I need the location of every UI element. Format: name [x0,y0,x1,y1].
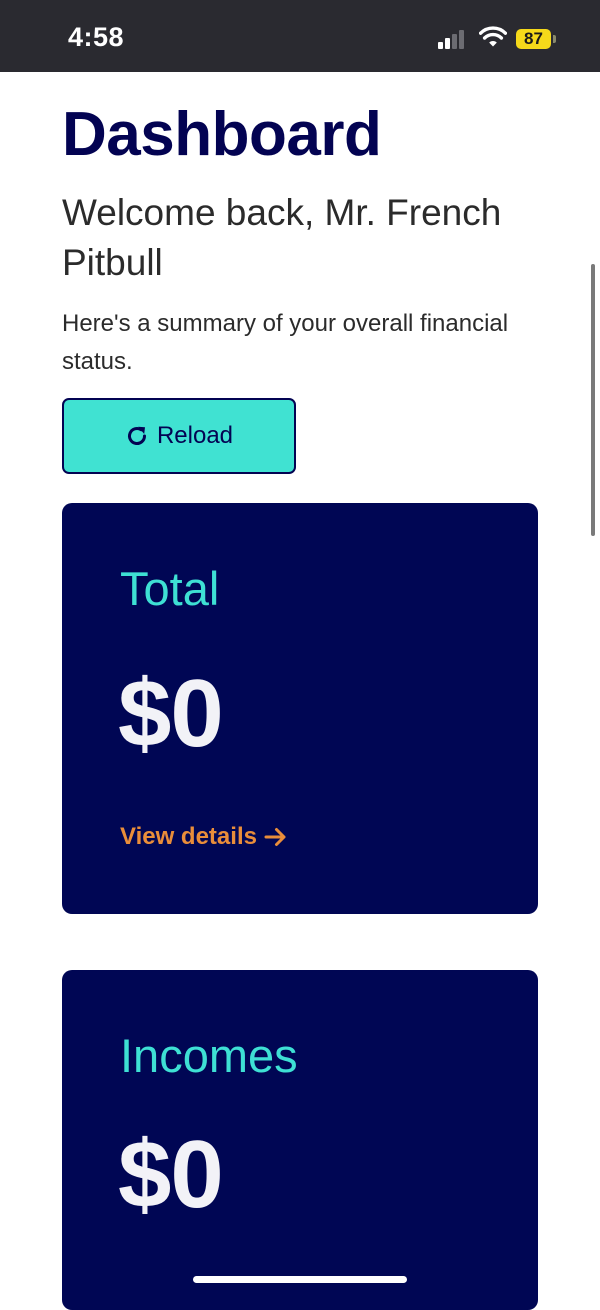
total-label: Total [120,562,220,615]
summary-text: Here's a summary of your overall financi… [62,310,509,375]
cellular-signal-icon [438,29,470,49]
status-time: 4:58 [68,22,125,52]
page-title: Dashboard [62,100,382,169]
scrollbar[interactable] [591,264,595,536]
incomes-card: Incomes $0 [62,970,538,1310]
view-details-label: View details [120,823,257,850]
status-bar: 4:58 87 [0,0,600,72]
reload-button[interactable]: Reload [62,398,296,474]
total-value: $0 [118,660,224,767]
reload-icon [128,426,146,445]
arrow-right-icon [264,828,286,846]
incomes-label: Incomes [120,1029,298,1082]
home-indicator[interactable] [193,1276,407,1283]
reload-label: Reload [156,422,234,449]
incomes-value: $0 [118,1121,224,1228]
battery-icon: 87 [516,29,551,49]
dashboard-header: Dashboard Welcome back, Mr. French Pitbu… [62,72,542,381]
total-card: Total $0 View details [62,503,538,914]
welcome-message: Welcome back, Mr. French Pitbull [62,192,502,283]
battery-nub [553,35,556,43]
view-details-link[interactable]: View details [120,823,288,851]
wifi-icon [479,26,507,47]
